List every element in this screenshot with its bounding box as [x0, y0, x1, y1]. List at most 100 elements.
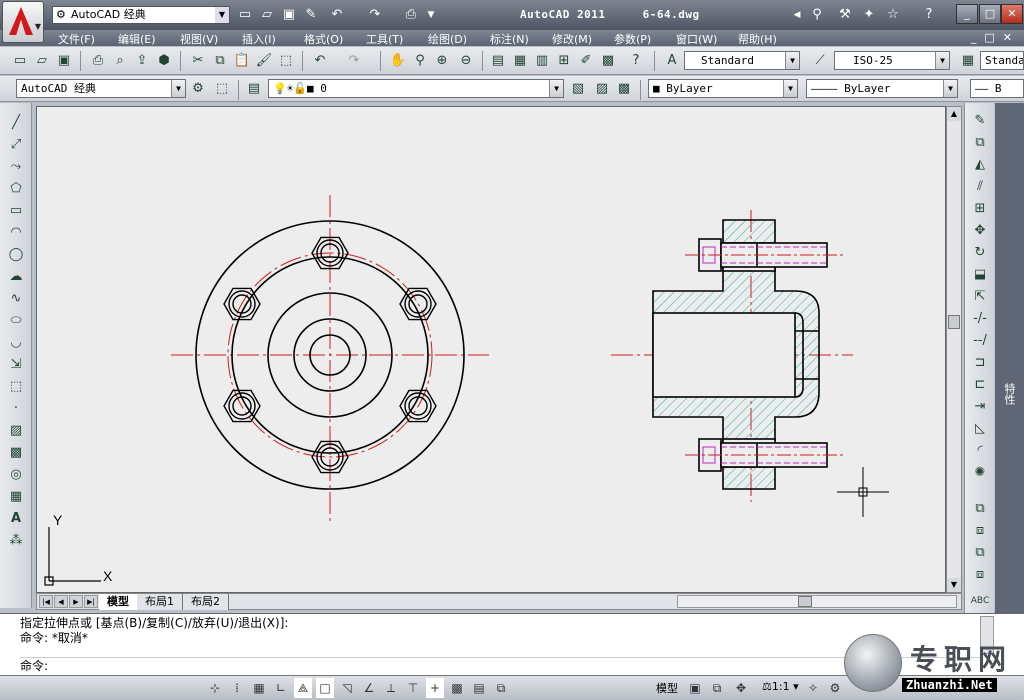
block-editor-icon[interactable]: ⬚ — [276, 51, 296, 71]
3d-print-icon[interactable]: ⬢ — [154, 51, 174, 71]
pan-icon[interactable]: ✋ — [388, 51, 408, 71]
point-icon[interactable]: · — [6, 399, 26, 419]
offset-icon[interactable]: ⫽ — [970, 177, 990, 197]
selection-cycling-icon[interactable]: ⧉ — [492, 678, 510, 698]
break-icon[interactable]: ⊏ — [970, 375, 990, 395]
tools-icon[interactable]: ⚒ — [836, 6, 854, 24]
polyline-icon[interactable]: ⤳ — [6, 157, 26, 177]
undo-icon[interactable]: ↶ — [310, 51, 330, 71]
break-at-point-icon[interactable]: ⊐ — [970, 353, 990, 373]
menu-dimension[interactable]: 标注(N) — [490, 31, 529, 47]
linetype-select[interactable]: ———— ByLayer ▼ — [806, 79, 958, 98]
spline-icon[interactable]: ∿ — [6, 289, 26, 309]
erase-icon[interactable]: ✎ — [970, 111, 990, 131]
quick-properties-icon[interactable]: ▤ — [470, 678, 488, 698]
object-snap-icon[interactable]: □ — [316, 678, 334, 698]
chamfer-icon[interactable]: ◺ — [970, 419, 990, 439]
text-style-icon[interactable]: A — [662, 51, 682, 71]
menu-modify[interactable]: 修改(M) — [552, 31, 592, 47]
search-arrow-icon[interactable]: ◀ — [788, 6, 806, 24]
allow-ucs-icon[interactable]: ⟂ — [382, 678, 400, 698]
rectangle-icon[interactable]: ▭ — [6, 201, 26, 221]
binoculars-icon[interactable]: ⚲ — [808, 6, 826, 24]
bring-above-icon[interactable]: ⧉ — [970, 543, 990, 563]
document-window-controls[interactable]: _□✕ — [971, 31, 1020, 44]
open-folder-icon[interactable]: ▱ — [258, 6, 276, 24]
table-style-select[interactable]: Standa — [980, 51, 1024, 70]
polygon-icon[interactable]: ⬠ — [6, 179, 26, 199]
object-snap-tracking-icon[interactable]: ◹ — [338, 678, 356, 698]
polar-tracking-icon[interactable]: ⟁ — [294, 678, 312, 698]
workspace-settings-icon[interactable]: ⚙ — [188, 79, 208, 99]
last-tab-icon[interactable]: ▶| — [84, 595, 98, 608]
redo-icon[interactable]: ↷ — [344, 51, 364, 71]
trim-icon[interactable]: -/- — [970, 309, 990, 329]
design-center-icon[interactable]: ▦ — [510, 51, 530, 71]
snap-mode-icon[interactable]: ⊹ — [206, 678, 224, 698]
menu-view[interactable]: 视图(V) — [180, 31, 218, 47]
properties-icon[interactable]: ▤ — [488, 51, 508, 71]
scale-icon[interactable]: ⬓ — [970, 265, 990, 285]
region-icon[interactable]: ◎ — [6, 465, 26, 485]
quick-view-layouts-icon[interactable]: ▣ — [686, 678, 704, 698]
new-file-icon[interactable]: ▭ — [236, 6, 254, 24]
model-space-label[interactable]: 模型 — [656, 680, 678, 696]
dynamic-ucs-icon[interactable]: ∠ — [360, 678, 378, 698]
application-menu-button[interactable]: ▼ — [2, 1, 44, 43]
undo-icon[interactable]: ↶ — [328, 6, 346, 24]
array-icon[interactable]: ⊞ — [970, 199, 990, 219]
mirror-icon[interactable]: ◭ — [970, 155, 990, 175]
satellite-icon[interactable]: ✦ — [860, 6, 878, 24]
lineweight-toggle-icon[interactable]: ⊤ — [404, 678, 422, 698]
layer-manager-icon[interactable]: ▤ — [244, 79, 264, 99]
quick-access-dropdown-icon[interactable]: ▼ — [422, 6, 440, 24]
send-under-icon[interactable]: ⧈ — [970, 565, 990, 585]
draw-order-back-icon[interactable]: ⧈ — [970, 521, 990, 541]
extend-icon[interactable]: --/ — [970, 331, 990, 351]
vertical-scrollbar[interactable]: ▲ ▼ — [946, 106, 962, 593]
workspace-switch-icon[interactable]: ⚙ — [826, 678, 844, 698]
dynamic-input-icon[interactable]: + — [426, 678, 444, 698]
layer-state-icon[interactable]: ▩ — [614, 79, 634, 99]
drawing-canvas[interactable]: Y X — [36, 106, 946, 593]
table-style-icon[interactable]: ▦ — [958, 51, 978, 71]
help-icon[interactable]: ? — [626, 51, 646, 71]
dimension-style-select[interactable]: ISO-25 ▼ — [834, 51, 950, 70]
chevron-down-icon[interactable]: ▼ — [215, 7, 229, 23]
cut-icon[interactable]: ✂ — [188, 51, 208, 71]
pan-status-icon[interactable]: ✥ — [732, 678, 750, 698]
menu-format[interactable]: 格式(O) — [304, 31, 343, 47]
tab-model[interactable]: 模型 — [99, 594, 138, 610]
insert-block-icon[interactable]: ⇲ — [6, 355, 26, 375]
close-button[interactable]: ✕ — [1001, 4, 1023, 24]
menu-edit[interactable]: 编辑(E) — [118, 31, 156, 47]
markup-icon[interactable]: ✐ — [576, 51, 596, 71]
layer-select[interactable]: 💡☀🔓■ 0 ▼ — [268, 79, 564, 98]
menu-insert[interactable]: 插入(I) — [242, 31, 276, 47]
menu-tools[interactable]: 工具(T) — [366, 31, 403, 47]
copy-icon[interactable]: ⧉ — [210, 51, 230, 71]
prev-tab-icon[interactable]: ◀ — [54, 595, 68, 608]
new-icon[interactable]: ▭ — [10, 51, 30, 71]
print-icon[interactable]: ⎙ — [402, 6, 420, 24]
scroll-thumb[interactable] — [798, 596, 812, 607]
annotation-visibility-icon[interactable]: ✧ — [804, 678, 822, 698]
customize-icon[interactable]: ⬚ — [212, 79, 232, 99]
maximize-button[interactable]: □ — [979, 4, 1001, 24]
table-icon[interactable]: ▦ — [6, 487, 26, 507]
match-properties-icon[interactable]: 🖌 — [254, 51, 274, 71]
text-front-icon[interactable]: ABC — [970, 591, 990, 611]
menu-help[interactable]: 帮助(H) — [738, 31, 777, 47]
arc-icon[interactable]: ◠ — [6, 223, 26, 243]
join-icon[interactable]: ⇥ — [970, 397, 990, 417]
zoom-realtime-icon[interactable]: ⚲ — [410, 51, 430, 71]
tab-layout1[interactable]: 布局1 — [137, 594, 183, 610]
scroll-down-icon[interactable]: ▼ — [947, 578, 961, 592]
grid-display-icon[interactable]: ▦ — [250, 678, 268, 698]
gradient-icon[interactable]: ▩ — [6, 443, 26, 463]
stretch-icon[interactable]: ⇱ — [970, 287, 990, 307]
paste-icon[interactable]: 📋 — [232, 51, 252, 71]
copy-object-icon[interactable]: ⧉ — [970, 133, 990, 153]
first-tab-icon[interactable]: |◀ — [39, 595, 53, 608]
scroll-thumb[interactable] — [948, 315, 960, 329]
